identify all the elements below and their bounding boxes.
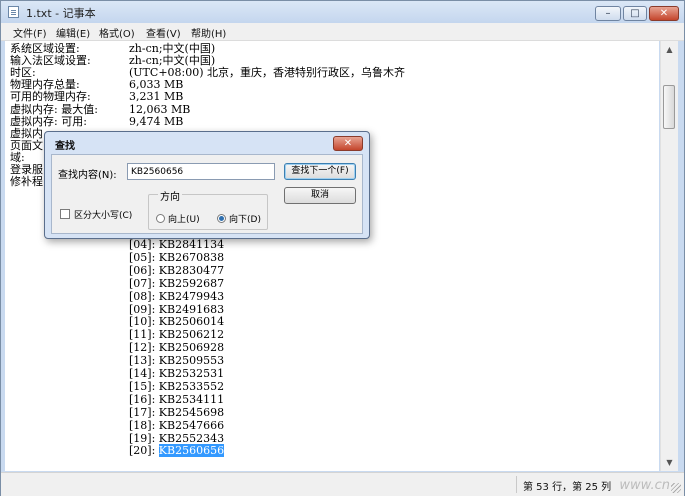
hotfix-line: [13]: KB2509553 <box>129 354 225 368</box>
scroll-down-icon[interactable]: ▼ <box>661 454 678 471</box>
hotfix-line: [16]: KB2534111 <box>129 392 225 406</box>
hotfix-line: [07]: KB2592687 <box>129 276 225 290</box>
menu-format[interactable]: 格式(O) <box>99 25 135 40</box>
scroll-thumb[interactable] <box>663 85 675 129</box>
hotfix-line: [04]: KB2841134 <box>129 238 225 251</box>
hotfix-line: [05]: KB2670838 <box>129 250 225 264</box>
match-case-label[interactable]: 区分大小写(C) <box>74 208 132 221</box>
direction-down-label[interactable]: 向下(D) <box>229 212 261 225</box>
close-button[interactable]: ✕ <box>649 6 679 21</box>
watermark: www.cn <box>619 478 670 493</box>
menu-help[interactable]: 帮助(H) <box>191 25 226 40</box>
line-value: 9,474 MB <box>129 114 184 128</box>
direction-up-radio[interactable] <box>156 214 165 223</box>
hotfix-line: [12]: KB2506928 <box>129 341 225 355</box>
title-bar[interactable]: 1.txt - 记事本 – □ ✕ <box>1 1 684 23</box>
hotfix-prefix: [20]: <box>129 444 159 458</box>
text-line: 虚拟内存: 可用: 9,474 MB <box>10 114 184 128</box>
line-value: 3,231 MB <box>129 90 184 104</box>
find-dialog: 查找 ✕ 查找内容(N): 查找下一个(F) 取消 方向 向上(U) 向下(D)… <box>44 131 370 239</box>
hotfix-line: [11]: KB2506212 <box>129 328 225 342</box>
menu-edit[interactable]: 编辑(E) <box>56 25 90 40</box>
hotfix-line: [14]: KB2532531 <box>129 367 225 380</box>
hotfix-line: [08]: KB2479943 <box>129 289 225 303</box>
find-next-button[interactable]: 查找下一个(F) <box>284 163 356 180</box>
line-label: 虚拟内存: 可用: <box>10 114 87 128</box>
hotfix-line: [19]: KB2552343 <box>129 431 225 445</box>
window-title: 1.txt - 记事本 <box>26 7 96 20</box>
status-bar: 第 53 行，第 25 列 www.cn <box>1 472 684 496</box>
hotfix-line: [10]: KB2506014 <box>129 315 225 329</box>
hotfix-line: [06]: KB2830477 <box>129 263 225 277</box>
minimize-button[interactable]: – <box>595 6 621 21</box>
hotfix-line-selected: [20]: KB2560656 <box>129 444 225 458</box>
direction-up-label[interactable]: 向上(U) <box>168 212 200 225</box>
find-what-label: 查找内容(N): <box>58 170 117 181</box>
find-dialog-body: 查找内容(N): 查找下一个(F) 取消 方向 向上(U) 向下(D) 区分大小… <box>51 154 363 234</box>
find-dialog-close-button[interactable]: ✕ <box>333 136 363 151</box>
notepad-icon <box>8 6 19 18</box>
line-value: 12,063 MB <box>129 102 191 116</box>
maximize-button[interactable]: □ <box>623 6 647 21</box>
hotfix-line: [17]: KB2545698 <box>129 405 225 419</box>
menu-view[interactable]: 查看(V) <box>146 25 181 40</box>
notepad-window: 1.txt - 记事本 – □ ✕ 文件(F) 编辑(E) 格式(O) 查看(V… <box>0 0 685 496</box>
text-editor[interactable]: 系统区域设置: zh-cn;中文(中国) 输入法区域设置: zh-cn;中文(中国) 时… <box>5 41 659 471</box>
direction-label: 方向 <box>158 188 182 203</box>
hotfix-line: [18]: KB2547666 <box>129 418 225 432</box>
menu-bar: 文件(F) 编辑(E) 格式(O) 查看(V) 帮助(H) <box>1 23 684 41</box>
find-dialog-title: 查找 <box>55 141 75 152</box>
hotfix-line: [15]: KB2533552 <box>129 379 225 393</box>
hotfix-line: [09]: KB2491683 <box>129 302 225 316</box>
cursor-position: 第 53 行，第 25 列 <box>523 482 612 493</box>
line-label: 可用的物理内存: <box>10 90 91 104</box>
find-what-input[interactable] <box>127 163 275 180</box>
status-divider <box>516 476 517 493</box>
line-label: 虚拟内存: 最大值: <box>10 102 98 116</box>
selected-text[interactable]: KB2560656 <box>158 444 225 458</box>
cancel-button[interactable]: 取消 <box>284 187 356 204</box>
direction-down-radio[interactable] <box>217 214 226 223</box>
vertical-scrollbar[interactable]: ▲ ▼ <box>660 41 678 471</box>
menu-file[interactable]: 文件(F) <box>13 25 47 40</box>
resize-grip-icon[interactable] <box>671 483 681 493</box>
scroll-up-icon[interactable]: ▲ <box>661 41 678 58</box>
match-case-checkbox[interactable] <box>60 209 70 219</box>
